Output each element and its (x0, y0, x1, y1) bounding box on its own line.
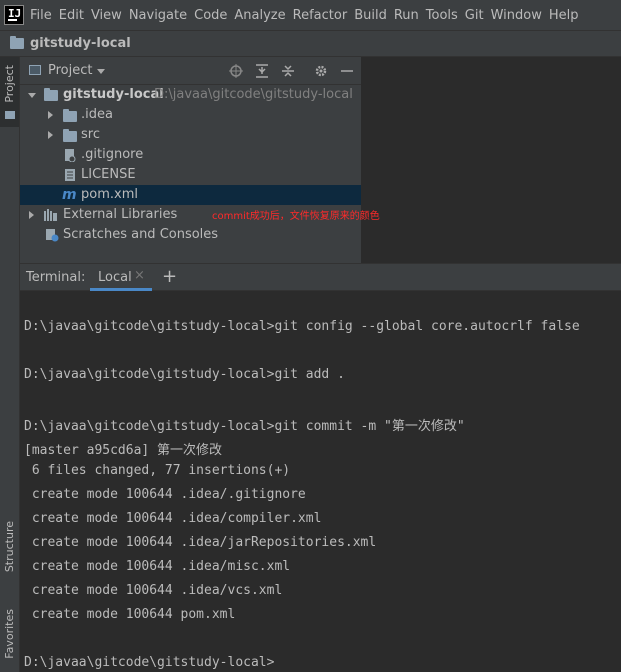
chevron-right-icon[interactable] (48, 131, 53, 139)
terminal-line: D:\javaa\gitcode\gitstudy-local>git add … (24, 367, 345, 382)
terminal-line: create mode 100644 .idea/compiler.xml (24, 511, 322, 526)
terminal-line: create mode 100644 .idea/vcs.xml (24, 583, 283, 598)
tab-local[interactable]: Local × (90, 264, 152, 291)
terminal-output[interactable]: D:\javaa\gitcode\gitstudy-local>git conf… (20, 291, 621, 672)
chevron-right-icon[interactable] (29, 211, 34, 219)
tree-item-label: External Libraries (63, 207, 178, 222)
expand-all-icon[interactable] (255, 64, 269, 78)
chevron-right-icon[interactable] (48, 111, 53, 119)
menu-code[interactable]: Code (194, 8, 227, 23)
project-tool-tab[interactable]: Project (0, 57, 19, 127)
intellij-logo-icon[interactable]: IJ (4, 5, 24, 25)
folder-icon (10, 36, 24, 49)
terminal-line: create mode 100644 pom.xml (24, 607, 236, 622)
locate-icon[interactable] (229, 64, 243, 78)
project-panel-header: Project (20, 57, 361, 85)
close-icon[interactable]: × (134, 268, 145, 283)
terminal-line: create mode 100644 .idea/misc.xml (24, 559, 291, 574)
project-view-icon (29, 65, 41, 75)
terminal-line: 6 files changed, 77 insertions(+) (24, 463, 291, 478)
tree-item-pom-xml[interactable]: m pom.xml (20, 185, 361, 205)
text-file-icon (65, 169, 75, 181)
menu-view[interactable]: View (91, 8, 122, 23)
folder-icon (63, 129, 77, 142)
favorites-tool-label: Favorites (3, 609, 16, 659)
tree-item-gitignore[interactable]: .gitignore (20, 145, 361, 165)
tree-item-label: .idea (81, 107, 113, 122)
project-view-title[interactable]: Project (48, 63, 92, 78)
folder-icon (63, 109, 77, 122)
terminal-line: create mode 100644 .idea/.gitignore (24, 487, 306, 502)
structure-tool-tab[interactable]: Structure (0, 517, 19, 587)
menu-refactor[interactable]: Refactor (293, 8, 348, 23)
editor-area (361, 57, 621, 263)
navigation-bar: gitstudy-local (0, 30, 621, 57)
terminal-line: D:\javaa\gitcode\gitstudy-local>git comm… (24, 419, 465, 434)
tree-item-license[interactable]: LICENSE (20, 165, 361, 185)
menu-analyze[interactable]: Analyze (234, 8, 285, 23)
collapse-all-icon[interactable] (281, 64, 295, 78)
menu-file[interactable]: File (30, 8, 52, 23)
gear-icon[interactable] (314, 64, 328, 78)
tree-item-label: LICENSE (81, 167, 136, 182)
maven-file-icon: m (62, 187, 77, 203)
favorites-tool-tab[interactable]: Favorites (0, 605, 19, 672)
tree-item-label: src (81, 127, 100, 142)
tab-local-label: Local (98, 270, 132, 285)
breadcrumb-project[interactable]: gitstudy-local (30, 36, 131, 51)
tree-item-label: pom.xml (81, 187, 138, 202)
tree-item-label: Scratches and Consoles (63, 227, 219, 242)
chevron-down-icon[interactable] (28, 93, 36, 98)
menu-git[interactable]: Git (465, 8, 484, 23)
new-tab-plus-icon[interactable]: + (162, 266, 177, 287)
left-tool-strip: Project Structure Favorites (0, 57, 20, 672)
structure-tool-label: Structure (3, 521, 16, 573)
tree-item-src[interactable]: src (20, 125, 361, 145)
terminal-line: create mode 100644 .idea/jarRepositories… (24, 535, 377, 550)
libraries-icon (44, 209, 57, 221)
menu-run[interactable]: Run (394, 8, 419, 23)
tree-item-label: .gitignore (81, 147, 144, 162)
tree-root-path: D:\javaa\gitcode\gitstudy-local (154, 87, 353, 102)
gitignore-file-icon (65, 149, 76, 162)
scratches-icon (46, 229, 59, 242)
menu-help[interactable]: Help (549, 8, 579, 23)
tree-root-label: gitstudy-local (63, 87, 164, 102)
project-tool-label: Project (3, 65, 16, 103)
tree-item-scratches[interactable]: Scratches and Consoles (20, 225, 361, 245)
tree-item-idea[interactable]: .idea (20, 105, 361, 125)
project-panel: Project gitstudy-local D:\javaa\gitcode\… (20, 57, 361, 263)
menu-build[interactable]: Build (354, 8, 387, 23)
tree-root-gitstudy-local[interactable]: gitstudy-local D:\javaa\gitcode\gitstudy… (20, 85, 361, 105)
terminal-line: [master a95cd6a] 第一次修改 (24, 443, 223, 458)
annotation-text: commit成功后，文件恢复原来的颜色 (212, 211, 380, 222)
chevron-down-icon[interactable] (97, 69, 105, 74)
terminal-tab-bar: Terminal: Local × + (20, 263, 621, 291)
menu-navigate[interactable]: Navigate (129, 8, 187, 23)
menu-tools[interactable]: Tools (426, 8, 458, 23)
minimize-icon[interactable] (340, 64, 354, 78)
terminal-line: D:\javaa\gitcode\gitstudy-local>git conf… (24, 319, 580, 334)
menu-edit[interactable]: Edit (59, 8, 84, 23)
menu-window[interactable]: Window (491, 8, 542, 23)
project-folder-icon (5, 111, 15, 119)
terminal-label: Terminal: (26, 270, 86, 285)
menu-bar: IJ File Edit View Navigate Code Analyze … (0, 0, 621, 30)
module-folder-icon (44, 88, 58, 101)
terminal-prompt-line: D:\javaa\gitcode\gitstudy-local> (24, 655, 275, 670)
